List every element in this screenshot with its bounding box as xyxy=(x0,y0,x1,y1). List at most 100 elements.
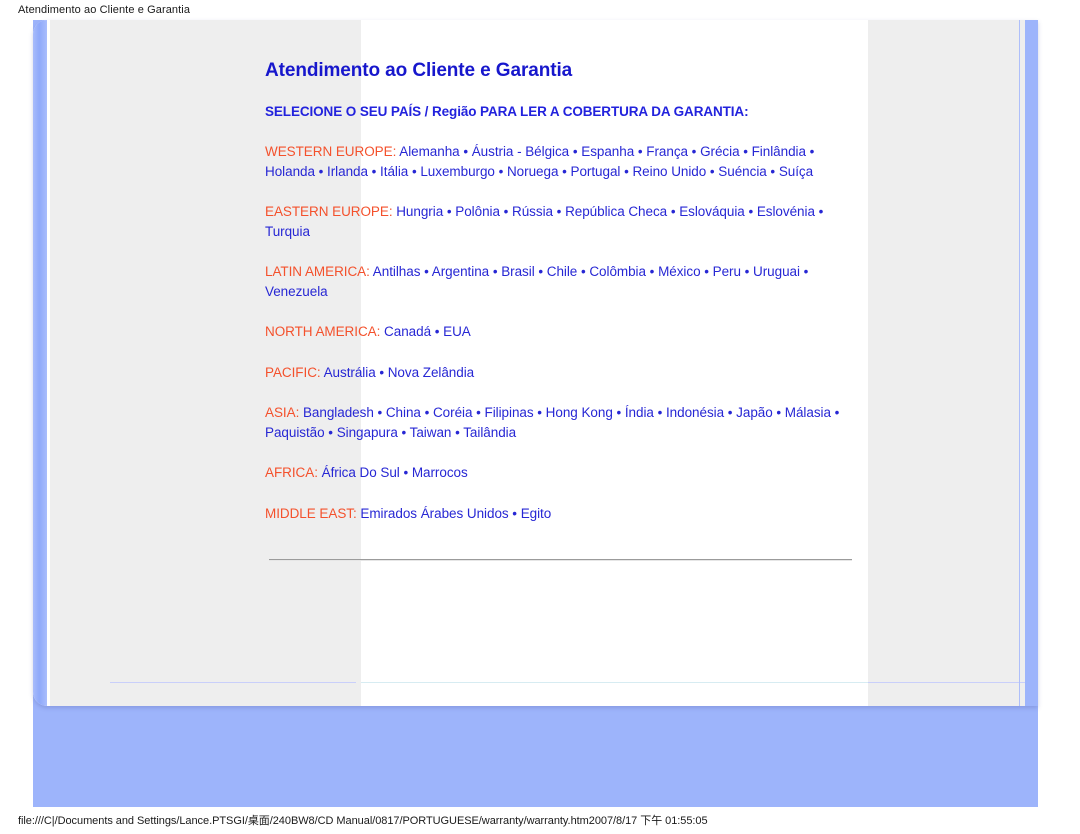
right-hairline-divider xyxy=(1019,20,1020,706)
print-header-title: Atendimento ao Cliente e Garantia xyxy=(18,4,191,16)
country-separator: • xyxy=(375,364,388,380)
page-spine-stripe xyxy=(33,20,47,706)
country-link[interactable]: Paquistão xyxy=(265,425,325,440)
region-block: NORTH AMERICA: Canadá • EUA xyxy=(265,322,855,342)
country-separator: • xyxy=(534,264,547,279)
region-block: LATIN AMERICA: Antilhas • Argentina • Br… xyxy=(265,262,855,301)
country-link[interactable]: Suéncia xyxy=(718,164,766,179)
country-link[interactable]: Grécia xyxy=(700,144,740,159)
country-link[interactable]: Eslovénia xyxy=(757,204,815,219)
country-link[interactable]: Reino Unido xyxy=(632,164,706,179)
region-block: WESTERN EUROPE: Alemanha • Áustria - Bél… xyxy=(265,142,855,181)
country-link[interactable]: Filipinas xyxy=(485,405,534,420)
country-separator: • xyxy=(420,405,433,420)
country-link[interactable]: Venezuela xyxy=(265,284,328,299)
country-link[interactable]: Polônia xyxy=(455,204,500,219)
article-body: Atendimento ao Cliente e Garantia SELECI… xyxy=(265,60,855,569)
country-link[interactable]: Coréia xyxy=(433,405,473,420)
country-link[interactable]: México xyxy=(658,264,701,279)
country-link[interactable]: Chile xyxy=(547,264,578,279)
country-link[interactable]: Finlândia xyxy=(752,144,806,159)
country-link[interactable]: República Checa xyxy=(565,204,667,219)
country-link[interactable]: Peru xyxy=(713,264,741,279)
country-link[interactable]: Luxemburgo xyxy=(420,164,495,179)
country-link[interactable]: Irlanda xyxy=(327,164,368,179)
country-separator: • xyxy=(569,144,582,159)
country-link[interactable]: Espanha xyxy=(581,144,634,159)
country-separator: • xyxy=(508,505,521,521)
country-link[interactable]: Brasil xyxy=(501,264,535,279)
region-label: WESTERN EUROPE: xyxy=(265,144,397,159)
country-separator: • xyxy=(408,163,421,179)
country-separator: • xyxy=(451,424,464,440)
country-separator: • xyxy=(687,144,701,159)
country-link[interactable]: Málasia xyxy=(785,405,831,420)
country-link[interactable]: Singapura xyxy=(337,425,398,440)
region-block: ASIA: Bangladesh • China • Coréia • Fili… xyxy=(265,403,855,442)
page-title: Atendimento ao Cliente e Garantia xyxy=(265,60,573,81)
country-separator: • xyxy=(739,144,752,159)
country-separator: • xyxy=(577,264,590,279)
country-separator: • xyxy=(443,204,456,219)
country-link[interactable]: Alemanha xyxy=(399,144,459,159)
region-label: LATIN AMERICA: xyxy=(265,264,370,279)
country-separator: • xyxy=(459,144,472,159)
country-link[interactable]: Uruguai xyxy=(753,264,800,279)
country-link[interactable]: Portugal xyxy=(571,164,621,179)
right-column xyxy=(868,20,1025,706)
country-separator: • xyxy=(744,204,757,219)
region-block: PACIFIC: Austrália • Nova Zelândia xyxy=(265,363,855,383)
document-card: Atendimento ao Cliente e Garantia SELECI… xyxy=(33,20,1038,706)
country-link[interactable]: Áustria - Bélgica xyxy=(472,144,570,159)
country-link[interactable]: Argentina xyxy=(432,264,489,279)
country-separator: • xyxy=(724,405,737,420)
country-link[interactable]: Eslováquia xyxy=(679,204,745,219)
left-column-divider xyxy=(110,682,356,683)
country-link[interactable]: China xyxy=(386,405,421,420)
country-link[interactable]: Tailândia xyxy=(463,425,516,440)
country-separator: • xyxy=(324,424,337,440)
country-separator: • xyxy=(830,405,840,420)
country-separator: • xyxy=(397,424,410,440)
region-block: AFRICA: África Do Sul • Marrocos xyxy=(265,463,855,483)
region-label: AFRICA: xyxy=(265,465,318,480)
country-separator: • xyxy=(805,144,815,159)
country-link[interactable]: Turquia xyxy=(265,224,310,239)
country-link[interactable]: Holanda xyxy=(265,164,315,179)
country-link[interactable]: Taiwan xyxy=(410,425,452,440)
country-link[interactable]: Egito xyxy=(521,506,552,521)
country-separator: • xyxy=(489,264,502,279)
country-link[interactable]: Colômbia xyxy=(589,264,646,279)
country-link[interactable]: Canadá xyxy=(384,324,431,339)
country-link[interactable]: Noruega xyxy=(507,164,558,179)
country-link[interactable]: Índia xyxy=(625,405,654,420)
country-link[interactable]: Suíça xyxy=(779,164,813,179)
country-link[interactable]: Hong Kong xyxy=(546,405,613,420)
country-separator: • xyxy=(799,264,809,279)
country-link[interactable]: Itália xyxy=(380,164,408,179)
country-separator: • xyxy=(772,405,785,420)
country-separator: • xyxy=(620,163,633,179)
country-separator: • xyxy=(700,264,713,279)
country-link[interactable]: EUA xyxy=(443,324,471,339)
country-separator: • xyxy=(740,264,754,279)
country-link[interactable]: Hungria xyxy=(396,204,443,219)
country-separator: • xyxy=(814,204,824,219)
region-block: EASTERN EUROPE: Hungria • Polônia • Rúss… xyxy=(265,202,855,241)
country-link[interactable]: Bangladesh xyxy=(303,405,374,420)
country-link[interactable]: Japão xyxy=(736,405,773,420)
country-link[interactable]: Indonésia xyxy=(666,405,724,420)
country-separator: • xyxy=(373,405,386,420)
country-link[interactable]: Antilhas xyxy=(373,264,421,279)
country-link[interactable]: França xyxy=(646,144,688,159)
country-link[interactable]: Nova Zelândia xyxy=(388,365,474,380)
country-separator: • xyxy=(499,204,513,219)
country-link[interactable]: Marrocos xyxy=(412,465,468,480)
country-separator: • xyxy=(645,264,659,279)
country-separator: • xyxy=(399,465,412,480)
country-link[interactable]: Rússia xyxy=(512,204,553,219)
country-separator: • xyxy=(420,264,432,279)
country-link[interactable]: Austrália xyxy=(324,365,376,380)
country-link[interactable]: Emirados Árabes Unidos xyxy=(360,506,508,521)
country-link[interactable]: África Do Sul xyxy=(322,465,400,480)
